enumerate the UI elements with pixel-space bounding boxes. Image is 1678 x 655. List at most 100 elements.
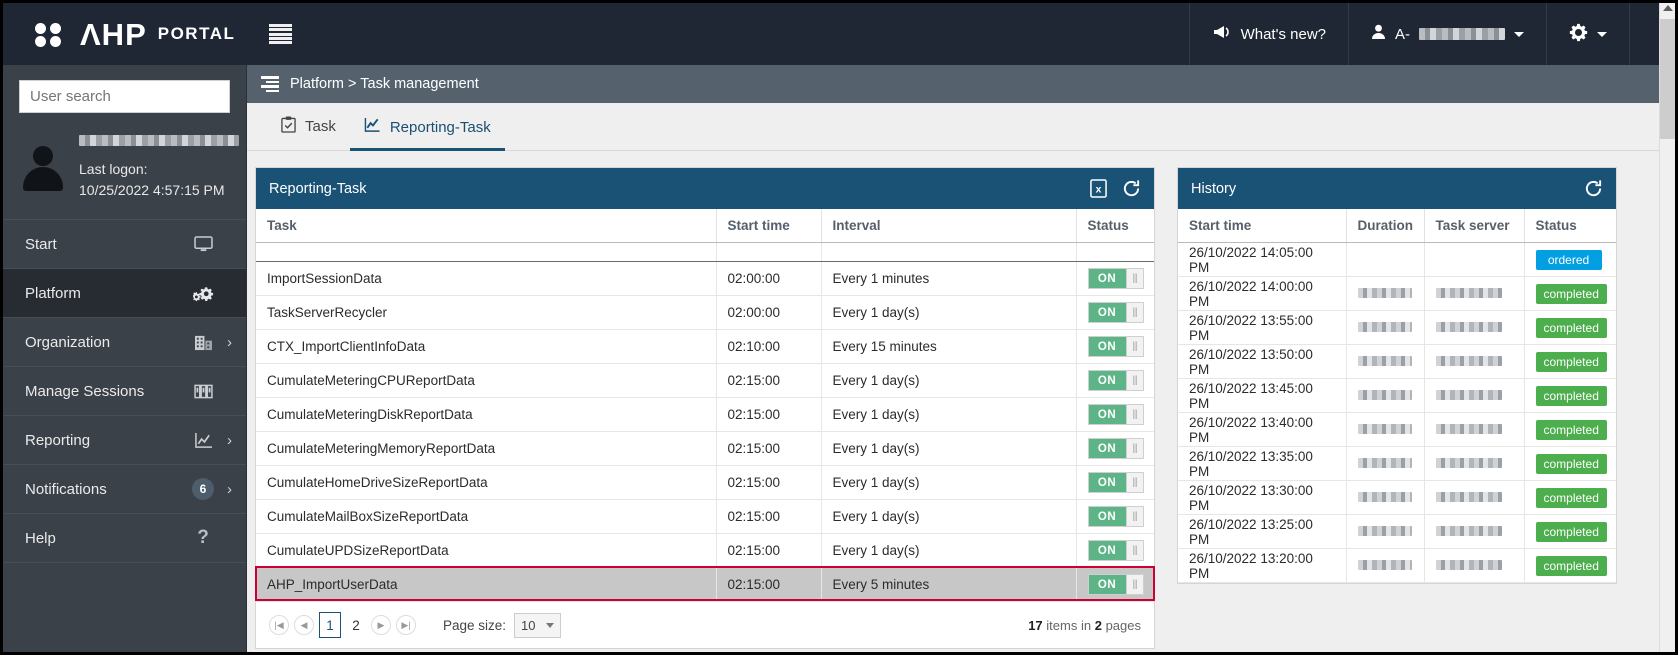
toggle-on-label: ON (1088, 541, 1126, 560)
table-row[interactable]: CTX_ImportClientInfoData 02:10:00 Every 15… (256, 329, 1154, 364)
pagination-bar: |◀ ◀ 1 2 ▶ ▶| Page size: 10 17 items in … (256, 602, 1154, 648)
list-icon (261, 76, 279, 92)
page-size-select[interactable]: 10 (514, 612, 562, 638)
column-header-task-server[interactable]: Task server (1424, 209, 1525, 243)
cell-start-time: 26/10/2022 13:25:00 PM (1178, 514, 1347, 549)
first-page-icon[interactable]: |◀ (269, 615, 289, 635)
page-number-2[interactable]: 2 (345, 612, 367, 638)
pages-count-number: 2 (1094, 617, 1102, 633)
sidebar-item-help[interactable]: Help ? (3, 514, 246, 563)
history-header-row: Start time Duration Task server Status (1178, 209, 1616, 243)
list-item[interactable]: 26/10/2022 13:25:00 PM completed (1178, 514, 1616, 549)
building-icon (190, 334, 216, 351)
list-item[interactable]: 26/10/2022 14:00:00 PM completed (1178, 276, 1616, 311)
toggle-grip-icon: ||| (1125, 337, 1143, 356)
cell-task-server (1424, 242, 1525, 277)
status-badge: completed (1535, 317, 1607, 338)
table-row[interactable]: CumulateUPDSizeReportData 02:15:00 Every 1… (256, 533, 1154, 568)
sidebar-item-manage-sessions[interactable]: Manage Sessions (3, 367, 246, 416)
list-item[interactable]: 26/10/2022 13:20:00 PM completed (1178, 548, 1616, 583)
list-item[interactable]: 26/10/2022 13:55:00 PM completed (1178, 310, 1616, 345)
tab-task[interactable]: Task (267, 116, 350, 151)
cell-status: ON ||| (1076, 363, 1154, 398)
tab-reporting-task[interactable]: Reporting-Task (349, 117, 505, 151)
toggle-on-label: ON (1088, 439, 1126, 458)
brand-logo[interactable]: ΛHP PORTAL (3, 19, 235, 50)
filter-cell-status[interactable] (1076, 242, 1154, 262)
application-window: ΛHP PORTAL What's new? A- User search La… (0, 0, 1678, 655)
status-badge: completed (1535, 521, 1607, 542)
prev-page-icon[interactable]: ◀ (294, 615, 314, 635)
status-toggle[interactable]: ON ||| (1087, 438, 1144, 459)
last-page-icon[interactable]: ▶| (396, 615, 416, 635)
items-count-text: 17 items in 2 pages (1028, 618, 1141, 633)
table-filter-row[interactable] (256, 242, 1154, 262)
status-toggle[interactable]: ON ||| (1087, 574, 1144, 595)
status-badge: completed (1535, 487, 1607, 508)
page-scrollbar[interactable] (1659, 3, 1675, 652)
list-item[interactable]: 26/10/2022 13:35:00 PM completed (1178, 446, 1616, 481)
cell-interval: Every 5 minutes (821, 567, 1077, 602)
sidebar-item-start[interactable]: Start (3, 220, 246, 269)
scrollbar-thumb[interactable] (1660, 19, 1675, 139)
filter-cell-task[interactable] (256, 242, 717, 262)
table-row-selected[interactable]: AHP_ImportUserData 02:15:00 Every 5 minute… (256, 567, 1154, 602)
sidebar-item-platform[interactable]: Platform (3, 269, 246, 318)
top-right-actions: What's new? A- (1188, 3, 1675, 65)
cell-task-server (1424, 446, 1525, 481)
column-header-duration[interactable]: Duration (1346, 209, 1425, 243)
status-toggle[interactable]: ON ||| (1087, 540, 1144, 561)
filter-cell-start-time[interactable] (716, 242, 822, 262)
toggle-grip-icon: ||| (1125, 541, 1143, 560)
user-menu-button[interactable]: A- (1348, 3, 1546, 65)
table-row[interactable]: CumulateHomeDriveSizeReportData 02:15:00 E… (256, 465, 1154, 500)
top-navigation-bar: ΛHP PORTAL What's new? A- (3, 3, 1675, 65)
sidebar-item-notifications[interactable]: Notifications 6 › (3, 465, 246, 514)
scroll-up-icon[interactable] (1663, 5, 1673, 11)
status-toggle[interactable]: ON ||| (1087, 302, 1144, 323)
cell-start-time: 26/10/2022 13:40:00 PM (1178, 412, 1347, 447)
toggle-on-label: ON (1088, 337, 1126, 356)
column-header-interval[interactable]: Interval (821, 209, 1077, 243)
status-toggle[interactable]: ON ||| (1087, 472, 1144, 493)
list-item[interactable]: 26/10/2022 13:45:00 PM completed (1178, 378, 1616, 413)
page-number-1[interactable]: 1 (319, 612, 341, 638)
duration-redacted (1357, 492, 1412, 502)
sidebar-item-reporting[interactable]: Reporting › (3, 416, 246, 465)
cell-start-time: 02:10:00 (716, 329, 822, 364)
list-item[interactable]: 26/10/2022 13:50:00 PM completed (1178, 344, 1616, 379)
whats-new-button[interactable]: What's new? (1188, 3, 1348, 65)
refresh-icon[interactable] (1122, 179, 1141, 198)
column-header-start-time[interactable]: Start time (716, 209, 822, 243)
settings-menu-button[interactable] (1546, 3, 1629, 65)
filter-cell-interval[interactable] (821, 242, 1077, 262)
refresh-icon[interactable] (1584, 179, 1603, 198)
list-item[interactable]: 26/10/2022 14:05:00 PM ordered (1178, 242, 1616, 277)
table-row[interactable]: TaskServerRecycler 02:00:00 Every 1 day(s)… (256, 295, 1154, 330)
status-toggle[interactable]: ON ||| (1087, 336, 1144, 357)
status-toggle[interactable]: ON ||| (1087, 370, 1144, 391)
status-toggle[interactable]: ON ||| (1087, 268, 1144, 289)
table-row[interactable]: CumulateMailBoxSizeReportData 02:15:00 Eve… (256, 499, 1154, 534)
cell-task: CumulateMeteringMemoryReportData (256, 431, 717, 466)
column-header-status[interactable]: Status (1076, 209, 1154, 243)
column-header-start-time[interactable]: Start time (1178, 209, 1347, 243)
status-toggle[interactable]: ON ||| (1087, 506, 1144, 527)
duration-redacted (1357, 322, 1412, 332)
column-header-task[interactable]: Task (256, 209, 717, 243)
table-row[interactable]: CumulateMeteringCPUReportData 02:15:00 Eve… (256, 363, 1154, 398)
search-input[interactable] (19, 80, 230, 113)
list-item[interactable]: 26/10/2022 13:30:00 PM completed (1178, 480, 1616, 515)
status-toggle[interactable]: ON ||| (1087, 404, 1144, 425)
hamburger-icon[interactable] (269, 24, 293, 44)
table-row[interactable]: CumulateMeteringDiskReportData 02:15:00 Ev… (256, 397, 1154, 432)
table-row[interactable]: ImportSessionData 02:00:00 Every 1 minutes… (256, 261, 1154, 296)
next-page-icon[interactable]: ▶ (371, 615, 391, 635)
table-row[interactable]: CumulateMeteringMemoryReportData 02:15:00… (256, 431, 1154, 466)
toggle-on-label: ON (1088, 303, 1126, 322)
column-header-status[interactable]: Status (1524, 209, 1616, 243)
list-item[interactable]: 26/10/2022 13:40:00 PM completed (1178, 412, 1616, 447)
sidebar-item-organization[interactable]: Organization › (3, 318, 246, 367)
cell-status: completed (1524, 344, 1616, 379)
excel-export-icon[interactable]: x (1090, 179, 1107, 198)
